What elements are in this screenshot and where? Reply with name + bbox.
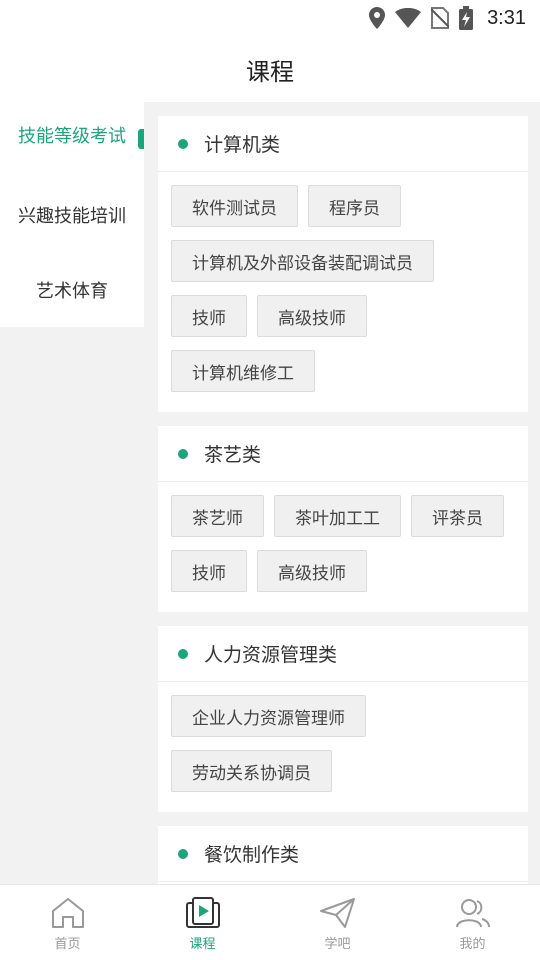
sidebar-item-label: 艺术体育: [36, 280, 108, 302]
tab-label: 首页: [54, 937, 81, 952]
page-title: 课程: [246, 57, 294, 86]
category-title: 茶艺类: [204, 444, 262, 466]
card-header: 餐饮制作类: [158, 826, 528, 882]
category-card-tea-art: 茶艺类 茶艺师 茶叶加工工 评茶员 技师 高级技师: [158, 426, 528, 612]
course-tag[interactable]: 评茶员: [411, 495, 504, 537]
bullet-dot-icon: [178, 448, 188, 459]
app-header: 课程: [0, 36, 540, 102]
home-icon: [50, 895, 86, 931]
course-tag[interactable]: 软件测试员: [171, 185, 298, 227]
course-tag[interactable]: 茶艺师: [171, 495, 264, 537]
battery-charging-icon: [459, 6, 474, 30]
paper-plane-icon: [319, 895, 357, 931]
bottom-tab-bar: 首页 课程 学吧 我的: [0, 884, 540, 960]
course-tag[interactable]: 劳动关系协调员: [171, 750, 332, 792]
wifi-icon: [395, 8, 422, 28]
course-tag[interactable]: 技师: [171, 295, 247, 337]
course-tag-list: 软件测试员 程序员 计算机及外部设备装配调试员 技师 高级技师 计算机维修工: [158, 172, 528, 412]
course-tag[interactable]: 高级技师: [257, 295, 367, 337]
course-tag[interactable]: 高级技师: [257, 550, 367, 592]
course-tag[interactable]: 程序员: [308, 185, 401, 227]
category-card-computer: 计算机类 软件测试员 程序员 计算机及外部设备装配调试员 技师 高级技师 计算机…: [158, 116, 528, 412]
users-icon: [455, 895, 491, 931]
status-time: 3:31: [487, 6, 526, 29]
main-area: 技能等级考试 兴趣技能培训 艺术体育 计算机类 软件测试员 程序员 计算机及外部…: [0, 102, 540, 884]
tab-home[interactable]: 首页: [0, 885, 135, 960]
tab-label: 我的: [459, 937, 486, 952]
category-title: 计算机类: [204, 134, 281, 156]
sidebar-item-label: 兴趣技能培训: [18, 205, 126, 227]
tab-mine[interactable]: 我的: [405, 885, 540, 960]
card-header: 茶艺类: [158, 426, 528, 482]
sidebar-item-art-sports[interactable]: 艺术体育: [0, 252, 144, 327]
course-tag[interactable]: 企业人力资源管理师: [171, 695, 366, 737]
course-tag[interactable]: 茶叶加工工: [274, 495, 401, 537]
sidebar-item-interest-skill-training[interactable]: 兴趣技能培训: [0, 177, 144, 252]
tab-label: 学吧: [324, 937, 351, 952]
category-card-catering: 餐饮制作类: [158, 826, 528, 884]
category-title: 餐饮制作类: [204, 844, 300, 866]
course-tag-list: 企业人力资源管理师 劳动关系协调员: [158, 682, 528, 812]
tab-courses[interactable]: 课程: [135, 885, 270, 960]
active-indicator: [138, 129, 144, 149]
card-header: 人力资源管理类: [158, 626, 528, 682]
category-card-hr-management: 人力资源管理类 企业人力资源管理师 劳动关系协调员: [158, 626, 528, 812]
tab-label: 课程: [189, 937, 216, 952]
course-tag[interactable]: 计算机维修工: [171, 350, 315, 392]
bullet-dot-icon: [178, 648, 188, 659]
status-icons: 3:31: [369, 6, 526, 30]
tab-study[interactable]: 学吧: [270, 885, 405, 960]
sidebar-item-label: 技能等级考试: [18, 126, 126, 147]
card-header: 计算机类: [158, 116, 528, 172]
no-sim-icon: [431, 7, 450, 29]
course-tag-list: 茶艺师 茶叶加工工 评茶员 技师 高级技师: [158, 482, 528, 612]
bullet-dot-icon: [178, 138, 188, 149]
course-play-icon: [185, 895, 221, 931]
course-tag[interactable]: 技师: [171, 550, 247, 592]
sidebar-item-skill-level-exam[interactable]: 技能等级考试: [0, 102, 144, 177]
course-category-list: 计算机类 软件测试员 程序员 计算机及外部设备装配调试员 技师 高级技师 计算机…: [158, 102, 528, 884]
bullet-dot-icon: [178, 848, 188, 859]
location-icon: [369, 7, 386, 29]
category-sidebar: 技能等级考试 兴趣技能培训 艺术体育: [0, 102, 144, 327]
status-bar: 3:31: [0, 0, 540, 36]
course-tag[interactable]: 计算机及外部设备装配调试员: [171, 240, 434, 282]
category-title: 人力资源管理类: [204, 644, 338, 666]
